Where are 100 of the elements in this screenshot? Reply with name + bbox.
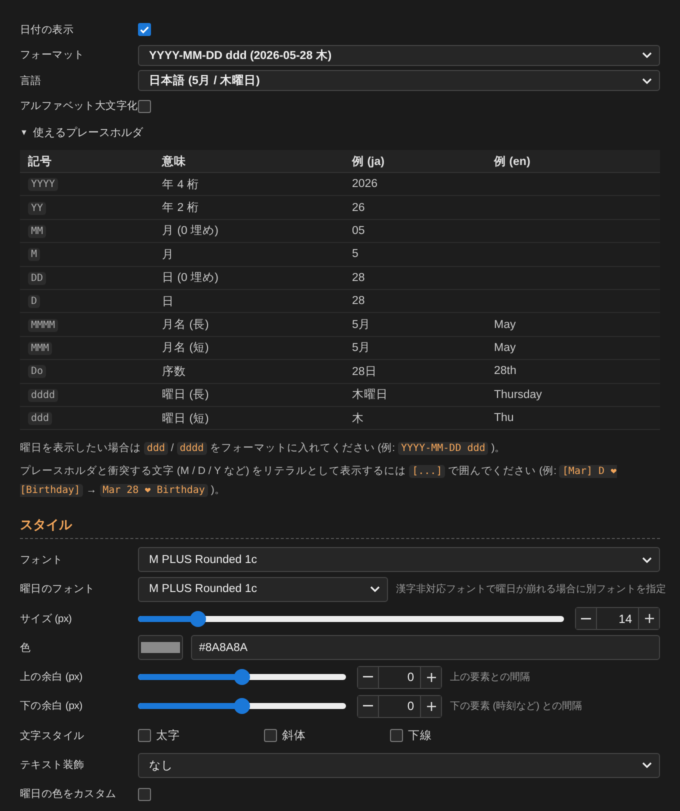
symbol-code: DD: [28, 272, 46, 285]
symbol-code: ddd: [28, 412, 52, 426]
table-cell-text: 日 (0 埋め): [162, 270, 218, 286]
increment-button[interactable]: [639, 608, 659, 630]
plus-icon: [426, 672, 436, 682]
field-label: 曜日の色をカスタム: [20, 787, 118, 802]
table-cell-text: 月名 (長): [162, 318, 209, 332]
table-cell: Thursday: [494, 388, 542, 401]
color-picker[interactable]: [138, 635, 183, 660]
checkbox[interactable]: [138, 23, 151, 36]
table-cell-text: 木曜日: [352, 388, 388, 402]
note-text: プレースホルダと衝突する文字 (M / D / Y など) をリテラルとして表示するには [...] で囲んでください (例: [Mar] D ❤ [Birthday] → Mar 28 ❤ Birthday )。: [20, 464, 618, 500]
table-cell-text: 28日: [352, 364, 377, 379]
color-field[interactable]: #8A8A8A: [191, 635, 660, 660]
column-header: 記号: [28, 154, 52, 168]
hint-text: 漢字非対応フォントで曜日が崩れる場合に別フォントを指定: [396, 582, 666, 596]
symbol-code: D: [28, 295, 40, 308]
table-cell: 28: [352, 272, 365, 284]
table-cell: May: [494, 342, 516, 354]
field-label: フォント: [20, 552, 64, 567]
checkbox[interactable]: [390, 729, 403, 742]
decrement-button[interactable]: [358, 696, 378, 717]
checkbox-label: 下線: [408, 729, 432, 744]
plus-icon: [644, 614, 654, 624]
symbol-code: YYYY: [28, 178, 58, 192]
plus-icon: [426, 702, 436, 711]
checkbox-label: 太字: [156, 728, 180, 744]
table-cell-text: 月: [162, 248, 174, 262]
table-cell-text: 日: [162, 294, 174, 309]
field-label: 色: [20, 640, 32, 655]
symbol-code: YY: [28, 202, 46, 215]
table-cell: Thu: [494, 412, 514, 424]
section-summary[interactable]: 使えるプレースホルダ: [32, 125, 143, 140]
column-header: 例 (ja): [352, 154, 384, 168]
chevron-down-icon: [642, 556, 652, 563]
minus-icon: [581, 618, 591, 620]
table-cell: 28: [352, 295, 365, 308]
chevron-down-icon: [642, 52, 652, 58]
checkbox[interactable]: [264, 729, 277, 742]
table-cell-text: 年 2 桁: [162, 200, 199, 216]
table-cell: May: [494, 318, 516, 331]
field-label: アルファベット大文字化: [20, 99, 138, 114]
table-cell-text: 月名 (短): [162, 340, 209, 356]
decrement-button[interactable]: [358, 666, 378, 688]
dropdown[interactable]: M PLUS Rounded 1c: [138, 547, 660, 572]
hint-text: 下の要素 (時刻など) との間隔: [450, 700, 582, 714]
table-cell-text: 5月: [352, 341, 370, 356]
slider[interactable]: [138, 610, 564, 627]
table-cell-text: 年 4 桁: [162, 178, 199, 192]
chevron-down-icon: [370, 586, 380, 592]
section-title: スタイル: [20, 517, 72, 532]
table-cell-text: 序数: [162, 364, 186, 379]
field-label: サイズ (px): [20, 612, 73, 626]
table-cell-text: 5月: [352, 318, 370, 332]
field-label: 言語: [20, 74, 42, 88]
slider-thumb[interactable]: [234, 669, 250, 686]
decrement-button[interactable]: [576, 608, 596, 630]
slider-thumb[interactable]: [190, 610, 206, 627]
symbol-code: M: [28, 248, 40, 262]
field-label: 下の余白 (px): [20, 699, 84, 714]
field-label: テキスト装飾: [20, 758, 86, 772]
hint-text: 上の要素との間隔: [450, 670, 530, 684]
chevron-down-icon: [642, 78, 652, 84]
minus-icon: [363, 676, 373, 678]
field-label: 上の余白 (px): [20, 670, 84, 684]
disclosure-toggle[interactable]: ▼: [20, 128, 28, 137]
slider-thumb[interactable]: [234, 698, 250, 714]
table-cell-text: 曜日 (長): [162, 388, 209, 402]
symbol-code: dddd: [28, 388, 58, 402]
column-header: 例 (en): [494, 154, 530, 168]
checkbox[interactable]: [138, 729, 151, 742]
table-cell: 5: [352, 248, 358, 260]
symbol-code: MM: [28, 224, 46, 238]
table-cell: 05: [352, 224, 365, 237]
symbol-code: MMM: [28, 342, 52, 355]
dropdown[interactable]: なし: [138, 752, 660, 778]
field-label: 文字スタイル: [20, 728, 86, 743]
table-cell-text: 曜日 (短): [162, 412, 209, 426]
table-cell: 2026: [352, 178, 378, 190]
table-cell-text: 木: [352, 412, 364, 426]
column-header: 意味: [162, 154, 186, 168]
chevron-down-icon: [642, 762, 652, 768]
table-cell: 26: [352, 202, 365, 214]
table-cell: 28th: [494, 365, 516, 378]
increment-button[interactable]: [421, 666, 441, 688]
increment-button[interactable]: [421, 696, 441, 717]
field-label: フォーマット: [20, 48, 86, 62]
checkbox-label: 斜体: [282, 728, 306, 744]
table-cell-text: 月 (0 埋め): [162, 224, 218, 238]
slider[interactable]: [138, 669, 346, 686]
checkbox[interactable]: [138, 788, 151, 801]
checkbox[interactable]: [138, 100, 151, 113]
symbol-code: Do: [28, 365, 46, 378]
dropdown[interactable]: M PLUS Rounded 1c: [138, 576, 388, 602]
dropdown[interactable]: YYYY-MM-DD ddd (2026-05-28 木): [138, 44, 660, 66]
slider[interactable]: [138, 698, 346, 714]
field-label: 日付の表示: [20, 22, 75, 37]
note-text: 曜日を表示したい場合は ddd / dddd をフォーマットに入れてください (例: YYYY-MM-DD ddd )。: [20, 441, 507, 458]
minus-icon: [363, 705, 373, 708]
dropdown[interactable]: 日本語 (5月 / 木曜日): [138, 70, 660, 92]
